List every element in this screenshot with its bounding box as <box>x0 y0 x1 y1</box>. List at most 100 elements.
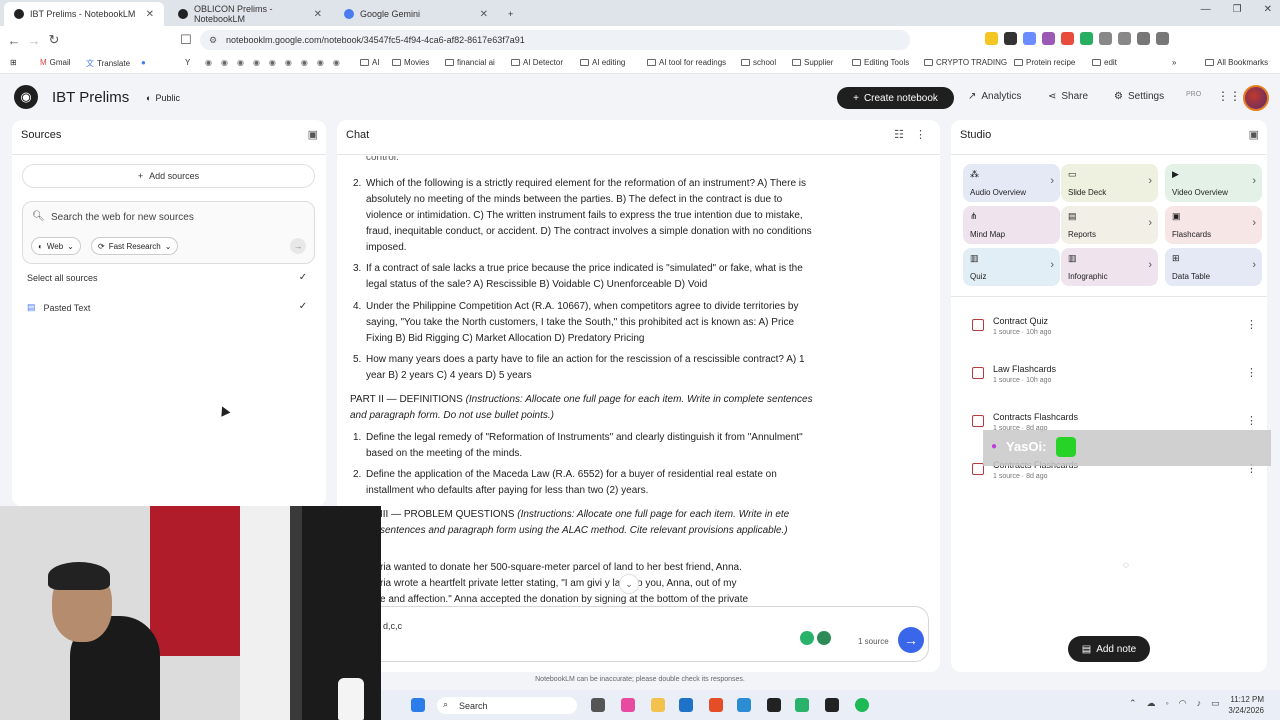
more-vert-icon[interactable]: ⋮ <box>1246 366 1257 379</box>
close-icon[interactable]: ✕ <box>314 9 322 20</box>
collapse-panel-icon[interactable]: ▣ <box>1249 128 1259 141</box>
more-vert-icon[interactable]: ⋮ <box>1246 318 1257 331</box>
web-dropdown[interactable]: ◐ Web ⌄ <box>31 237 81 255</box>
send-button[interactable]: → <box>898 627 924 653</box>
more-vert-icon[interactable]: ⋮ <box>915 128 926 141</box>
chevron-right-icon[interactable]: › <box>1252 217 1256 229</box>
bookmark-icons-group[interactable]: ◉◉◉◉◉◉◉◉◉ <box>205 58 349 67</box>
apps-grid-icon[interactable]: ⋮⋮ <box>1217 89 1241 103</box>
extension-icon[interactable] <box>800 631 814 645</box>
grammar-icon[interactable] <box>817 631 831 645</box>
tile-data-table[interactable]: ⊞ Data Table › <box>1165 248 1262 286</box>
create-notebook-button[interactable]: + Create notebook <box>837 87 954 109</box>
taskbar-search[interactable]: ⌕ Search <box>437 697 577 714</box>
chevron-right-icon[interactable]: › <box>1148 259 1152 271</box>
tile-flashcards[interactable]: ▣ Flashcards › <box>1165 206 1262 244</box>
tile-reports[interactable]: ▤ Reports › <box>1061 206 1158 244</box>
settings-button[interactable]: ⚙ Settings <box>1114 91 1164 102</box>
volume-icon[interactable]: ♪ <box>1197 698 1202 709</box>
menu-icon[interactable] <box>1156 32 1169 45</box>
profile-icon[interactable] <box>1137 32 1150 45</box>
bookmark-ai-detector[interactable]: AI Detector <box>511 58 563 67</box>
chevron-right-icon[interactable]: › <box>1050 259 1054 271</box>
public-button[interactable]: ◐ Public <box>140 89 186 107</box>
collapse-panel-icon[interactable]: ▣ <box>308 128 318 141</box>
bookmark-gmail[interactable]: M Gmail <box>40 58 71 67</box>
capcut-icon[interactable] <box>767 698 781 712</box>
search-input[interactable]: Search the web for new sources <box>51 212 194 223</box>
close-window-icon[interactable]: ✕ <box>1264 4 1272 15</box>
extension-icon[interactable] <box>1080 32 1093 45</box>
tile-slide-deck[interactable]: ▭ Slide Deck › <box>1061 164 1158 202</box>
extension-icon[interactable] <box>1061 32 1074 45</box>
mic-icon[interactable]: ◦ <box>1166 698 1169 709</box>
close-icon[interactable]: ✕ <box>480 9 488 20</box>
add-sources-button[interactable]: + Add sources <box>22 164 315 188</box>
file-explorer-icon[interactable] <box>651 698 665 712</box>
tune-icon[interactable]: ☷ <box>894 128 904 141</box>
puzzle-icon[interactable] <box>1118 32 1131 45</box>
extension-icon[interactable] <box>1042 32 1055 45</box>
bookmark-ai-tool[interactable]: AI tool for readings <box>647 58 726 67</box>
extension-icon[interactable] <box>1023 32 1036 45</box>
chevron-right-icon[interactable]: › <box>1148 175 1152 187</box>
chevron-right-icon[interactable]: › <box>1050 175 1054 187</box>
bookmark-all[interactable]: All Bookmarks <box>1205 58 1268 67</box>
cloud-icon[interactable]: ☁ <box>1147 698 1156 709</box>
research-mode-dropdown[interactable]: ⟳ Fast Research ⌄ <box>91 237 179 255</box>
chevron-up-icon[interactable]: ⌃ <box>1129 698 1137 709</box>
tile-video-overview[interactable]: ▶ Video Overview › <box>1165 164 1262 202</box>
extension-icon[interactable] <box>1099 32 1112 45</box>
bookmark-site[interactable]: ● <box>141 58 146 67</box>
avatar[interactable] <box>1243 85 1269 111</box>
chevron-right-icon[interactable]: › <box>1252 175 1256 187</box>
analytics-button[interactable]: ↗ Analytics <box>968 91 1021 102</box>
bookmark-icon[interactable]: ☐ <box>176 32 196 48</box>
spotify-icon[interactable] <box>855 698 869 712</box>
chevron-right-icon[interactable]: › <box>1252 259 1256 271</box>
wifi-icon[interactable]: ◠ <box>1179 698 1187 709</box>
scroll-down-button[interactable]: ⌄ <box>619 574 639 594</box>
extension-icon[interactable] <box>985 32 998 45</box>
forward-icon[interactable]: → <box>24 33 44 48</box>
app-icon[interactable] <box>679 698 693 712</box>
brave-icon[interactable] <box>709 698 723 712</box>
tab-ibt-prelims[interactable]: IBT Prelims - NotebookLM ✕ <box>4 2 164 26</box>
bookmark-edit[interactable]: edit <box>1092 58 1117 67</box>
battery-icon[interactable]: ▭ <box>1211 698 1220 709</box>
tile-audio-overview[interactable]: ⁂ Audio Overview › <box>963 164 1060 202</box>
bookmark-financial-ai[interactable]: financial ai <box>445 58 495 67</box>
back-icon[interactable]: ← <box>4 33 24 48</box>
bookmark-editing-tools[interactable]: Editing Tools <box>852 58 909 67</box>
bookmark-crypto[interactable]: CRYPTO TRADING <box>924 58 1007 67</box>
close-icon[interactable]: ✕ <box>146 9 154 20</box>
chevron-right-icon[interactable]: › <box>1148 217 1152 229</box>
more-vert-icon[interactable]: ⋮ <box>1246 414 1257 427</box>
bookmark-y[interactable]: Y <box>185 58 190 67</box>
maximize-icon[interactable]: ❐ <box>1233 4 1242 15</box>
submit-search-button[interactable]: → <box>290 238 306 254</box>
source-item[interactable]: ▤ Pasted Text ✓ <box>27 301 309 313</box>
tile-infographic[interactable]: ▥ Infographic › <box>1061 248 1158 286</box>
clock[interactable]: 11:12 PM 3/24/2026 <box>1228 694 1264 716</box>
app-icon[interactable] <box>795 698 809 712</box>
bookmark-school[interactable]: school <box>741 58 776 67</box>
extension-icon[interactable] <box>1004 32 1017 45</box>
bookmark-movies[interactable]: Movies <box>392 58 429 67</box>
obs-icon[interactable] <box>825 698 839 712</box>
tile-mind-map[interactable]: ⋔ Mind Map <box>963 206 1060 244</box>
tile-quiz[interactable]: ▥ Quiz › <box>963 248 1060 286</box>
bookmark-translate[interactable]: 文 Translate <box>86 58 130 69</box>
tab-google-gemini[interactable]: Google Gemini ✕ <box>334 2 498 26</box>
new-tab-button[interactable]: + <box>498 2 518 26</box>
minimize-icon[interactable]: — <box>1201 4 1211 15</box>
task-view-icon[interactable] <box>591 698 605 712</box>
add-note-button[interactable]: ▤ Add note <box>1068 636 1150 662</box>
copilot-icon[interactable] <box>621 698 635 712</box>
note-item[interactable]: Contract Quiz 1 source · 10h ago ⋮ <box>972 316 1262 346</box>
bookmark-ai[interactable]: AI <box>360 58 380 67</box>
site-info-icon[interactable]: ⚙ <box>209 35 217 46</box>
note-item[interactable]: Law Flashcards 1 source · 10h ago ⋮ <box>972 364 1262 394</box>
share-button[interactable]: ⋖ Share <box>1048 91 1088 102</box>
notebook-title[interactable]: IBT Prelims <box>52 89 129 106</box>
